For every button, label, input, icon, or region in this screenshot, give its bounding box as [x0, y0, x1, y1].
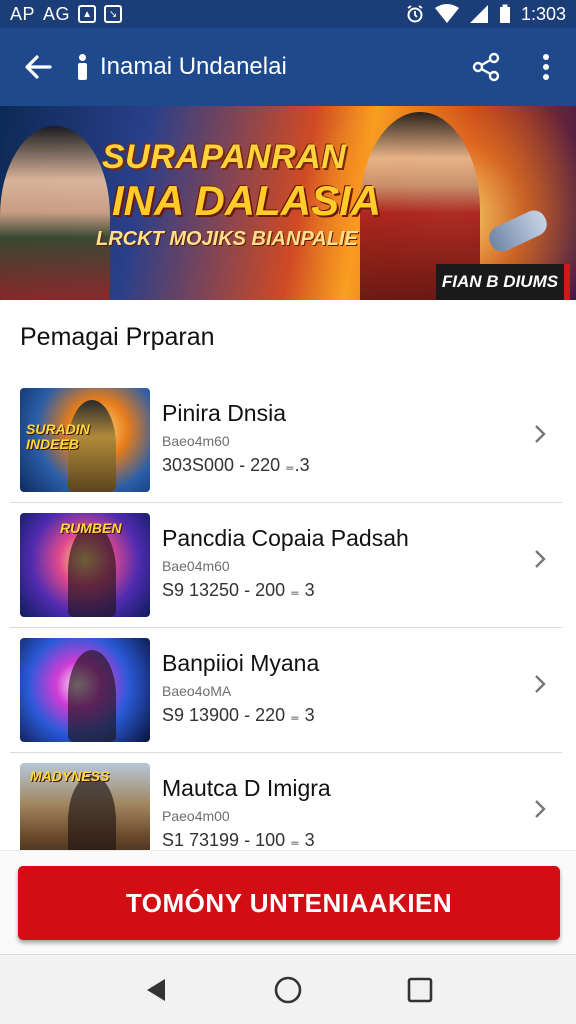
banner-headline-2: INA DALASIA	[112, 177, 382, 224]
thumbnail-label: SURADIN INDEEB	[26, 421, 90, 452]
app-title: Inamai Undanelai	[100, 53, 287, 80]
banner-tag: FIAN B DIUMS	[436, 264, 570, 300]
nav-back-button[interactable]	[126, 960, 186, 1020]
nav-recents-icon	[407, 977, 433, 1002]
arrow-left-icon	[25, 55, 52, 79]
chevron-right-icon	[520, 789, 560, 829]
banner-headline: SURAPANRAN	[102, 138, 347, 176]
item-price: S9 13250 - 200 ₌ 3	[162, 580, 315, 600]
banner-subtitle: LRCKT MOJIKS BIANPALIE	[96, 228, 358, 250]
thumbnail-character	[68, 650, 116, 742]
nav-back-icon	[147, 978, 165, 1001]
status-left: AP AG ▲ ↘	[10, 3, 123, 25]
primary-action-button[interactable]: TOMÓNY UNTENIAAKIEN	[18, 866, 560, 940]
item-title: Mautca D Imigra	[162, 775, 331, 801]
list-item[interactable]: Banpiioi Myana Baeo4oMA S9 13900 - 220 ₌…	[10, 628, 562, 753]
wifi-icon	[434, 4, 459, 23]
nav-home-icon	[274, 976, 302, 1003]
item-subtitle: Bae04m60	[162, 558, 230, 574]
item-price: 303S000 - 220 ₌.3	[162, 455, 310, 475]
person-icon	[76, 54, 88, 80]
thumbnail-character	[68, 525, 116, 617]
more-vert-icon	[543, 54, 549, 80]
chevron-right-icon	[520, 664, 560, 704]
status-right: 1:303	[405, 4, 566, 25]
app-bar: Inamai Undanelai	[0, 28, 576, 106]
battery-icon	[499, 4, 510, 23]
item-price: S1 73199 - 100 ₌ 3	[162, 830, 315, 850]
system-nav-bar	[0, 954, 576, 1024]
status-bar: AP AG ▲ ↘ 1:303	[0, 0, 576, 28]
item-list: SURADIN INDEEB Pinira Dnsia Baeo4m60 303S…	[0, 378, 576, 878]
more-menu-button[interactable]	[516, 28, 576, 106]
item-thumbnail: SURADIN INDEEB	[20, 388, 150, 492]
item-thumbnail	[20, 638, 150, 742]
thumbnail-label: MADYNESS	[30, 768, 110, 784]
list-item[interactable]: RUMBEN Pancdia Copaia Padsah Bae04m60 S9…	[10, 503, 562, 628]
notification-icon: ▲	[78, 5, 97, 23]
download-icon: ↘	[104, 5, 123, 23]
status-carrier-text: AP	[10, 3, 36, 24]
list-item[interactable]: SURADIN INDEEB Pinira Dnsia Baeo4m60 303S…	[10, 378, 562, 503]
item-subtitle: Baeo4m60	[162, 433, 230, 449]
section-title: Pemagai Prparan	[20, 323, 215, 351]
status-carrier-text-2: AG	[43, 3, 71, 24]
alarm-icon	[407, 5, 423, 23]
app-title-wrap: Inamai Undanelai	[76, 53, 456, 81]
item-title: Pancdia Copaia Padsah	[162, 525, 409, 551]
item-thumbnail: RUMBEN	[20, 513, 150, 617]
nav-home-button[interactable]	[258, 960, 318, 1020]
item-subtitle: Baeo4oMA	[162, 683, 232, 699]
nav-recents-button[interactable]	[390, 960, 450, 1020]
item-price: S9 13900 - 220 ₌ 3	[162, 705, 315, 725]
share-icon	[472, 52, 500, 82]
banner-hero-left	[0, 126, 110, 300]
signal-icon	[469, 5, 488, 23]
item-title: Pinira Dnsia	[162, 400, 286, 426]
share-button[interactable]	[456, 28, 516, 106]
item-title: Banpiioi Myana	[162, 650, 320, 676]
chevron-right-icon	[520, 539, 560, 579]
chevron-right-icon	[520, 414, 560, 454]
item-subtitle: Paeo4m00	[162, 808, 230, 824]
back-button[interactable]	[0, 28, 76, 106]
thumbnail-label: RUMBEN	[60, 520, 122, 536]
status-time: 1:303	[520, 3, 566, 24]
